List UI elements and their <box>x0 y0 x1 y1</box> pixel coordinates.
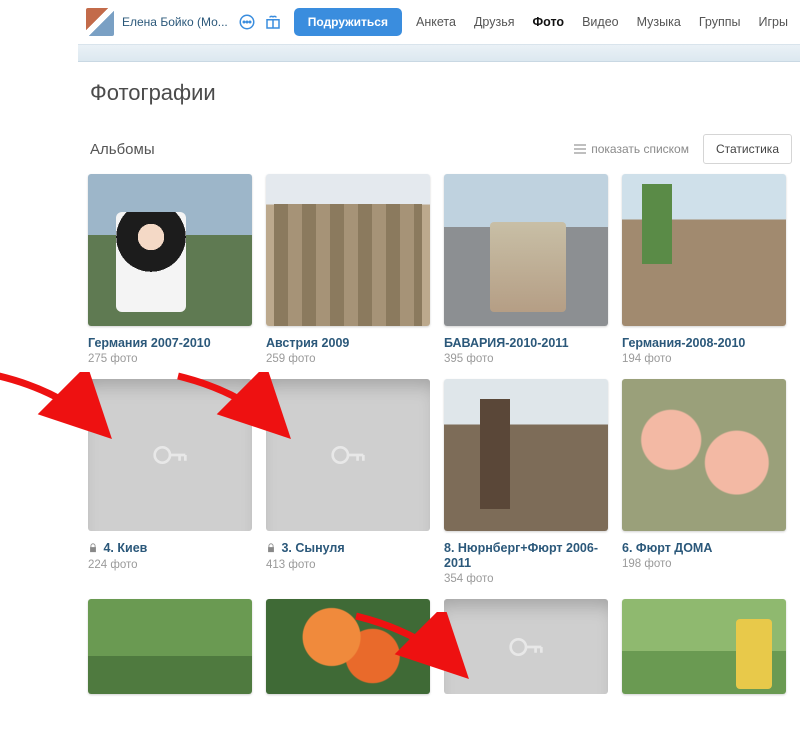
album-thumb[interactable] <box>622 599 786 694</box>
album-thumb[interactable] <box>266 599 430 694</box>
album-thumb[interactable] <box>88 174 252 326</box>
albums-grid: Германия 2007-2010 275 фото Австрия 2009… <box>88 174 800 694</box>
album-count: 224 фото <box>88 559 252 571</box>
lock-icon <box>88 542 98 557</box>
content-area: Фотографии Альбомы показать списком Стат… <box>0 62 800 694</box>
album-card: 8. Нюрнберг+Фюрт 2006-2011 354 фото <box>444 379 608 585</box>
album-card <box>444 599 608 694</box>
album-thumb-locked[interactable] <box>88 379 252 531</box>
lock-icon <box>266 542 276 557</box>
album-thumb[interactable] <box>266 174 430 326</box>
album-thumb[interactable] <box>622 174 786 326</box>
nav-music[interactable]: Музыка <box>637 15 681 29</box>
album-card: Германия-2008-2010 194 фото <box>622 174 786 365</box>
album-count: 395 фото <box>444 353 608 365</box>
album-title[interactable]: 4. Киев <box>88 541 252 557</box>
albums-label: Альбомы <box>90 141 155 158</box>
stats-button[interactable]: Статистика <box>703 134 792 164</box>
show-as-list-label: показать списком <box>591 142 689 156</box>
key-icon <box>325 432 371 478</box>
nav-friends[interactable]: Друзья <box>474 15 515 29</box>
album-count: 413 фото <box>266 559 430 571</box>
album-count: 194 фото <box>622 353 786 365</box>
show-as-list-link[interactable]: показать списком <box>574 142 689 156</box>
album-title[interactable]: Австрия 2009 <box>266 336 430 351</box>
page-title: Фотографии <box>90 80 800 106</box>
nav-video[interactable]: Видео <box>582 15 619 29</box>
album-card: Германия 2007-2010 275 фото <box>88 174 252 365</box>
album-title[interactable]: Германия 2007-2010 <box>88 336 252 351</box>
album-thumb[interactable] <box>622 379 786 531</box>
nav-photo[interactable]: Фото <box>532 15 564 29</box>
befriend-button[interactable]: Подружиться <box>294 8 402 36</box>
album-title[interactable]: 8. Нюрнберг+Фюрт 2006-2011 <box>444 541 608 571</box>
avatar[interactable] <box>86 8 114 36</box>
album-card: БАВАРИЯ-2010-2011 395 фото <box>444 174 608 365</box>
album-card <box>88 599 252 694</box>
album-card <box>622 599 786 694</box>
album-count: 275 фото <box>88 353 252 365</box>
album-card: Австрия 2009 259 фото <box>266 174 430 365</box>
message-icon[interactable] <box>238 13 256 31</box>
album-count: 259 фото <box>266 353 430 365</box>
gift-icon[interactable] <box>264 13 282 31</box>
top-bar: Елена Бойко (Мо... Подружиться Анкета Др… <box>78 0 800 45</box>
album-card: 6. Фюрт ДОМА 198 фото <box>622 379 786 585</box>
album-title[interactable]: Германия-2008-2010 <box>622 336 786 351</box>
album-thumb-locked[interactable] <box>266 379 430 531</box>
album-thumb[interactable] <box>88 599 252 694</box>
nav-profile[interactable]: Анкета <box>416 15 456 29</box>
album-thumb-locked[interactable] <box>444 599 608 694</box>
gray-band <box>78 45 800 62</box>
album-title[interactable]: БАВАРИЯ-2010-2011 <box>444 336 608 351</box>
album-card: 4. Киев 224 фото <box>88 379 252 585</box>
nav-games[interactable]: Игры <box>758 15 787 29</box>
profile-nav: Анкета Друзья Фото Видео Музыка Группы И… <box>416 15 788 29</box>
user-name-link[interactable]: Елена Бойко (Мо... <box>122 15 228 29</box>
key-icon <box>147 432 193 478</box>
album-card <box>266 599 430 694</box>
album-thumb[interactable] <box>444 379 608 531</box>
album-thumb[interactable] <box>444 174 608 326</box>
albums-header: Альбомы показать списком Статистика <box>88 134 800 164</box>
album-count: 354 фото <box>444 573 608 585</box>
album-title[interactable]: 3. Сынуля <box>266 541 430 557</box>
album-count: 198 фото <box>622 558 786 570</box>
key-icon <box>503 624 549 670</box>
nav-groups[interactable]: Группы <box>699 15 741 29</box>
list-icon <box>574 144 586 154</box>
album-card: 3. Сынуля 413 фото <box>266 379 430 585</box>
album-title[interactable]: 6. Фюрт ДОМА <box>622 541 786 556</box>
